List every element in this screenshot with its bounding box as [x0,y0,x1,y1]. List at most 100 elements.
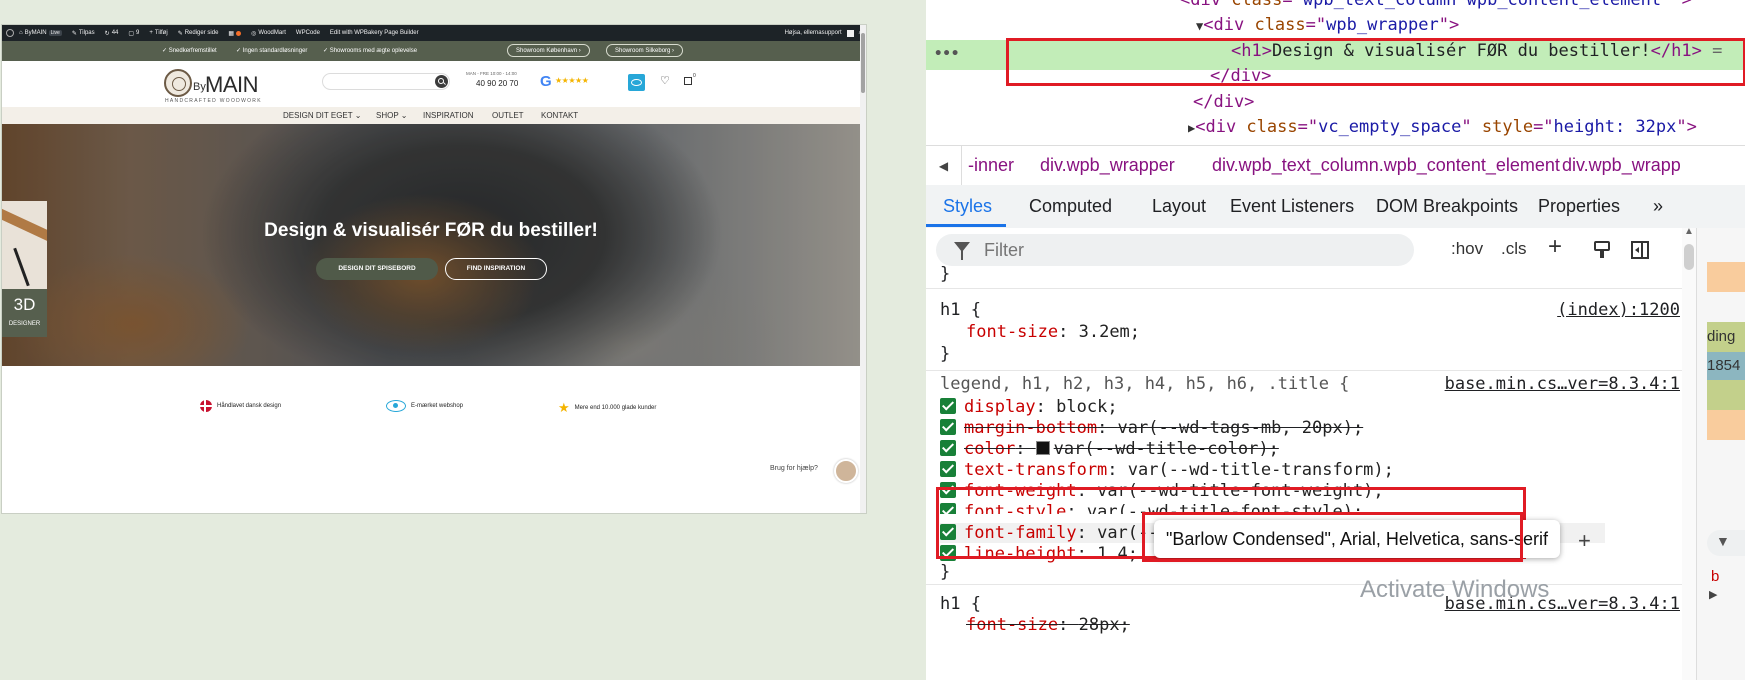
home-icon: ⌂ [19,30,23,36]
cart-button[interactable]: 0 [684,73,696,85]
design-spisebord-button[interactable]: DESIGN DIT SPISEBORD [316,258,438,280]
tab-event-listeners[interactable]: Event Listeners [1230,196,1354,217]
box-model-padding-bottom [1707,380,1745,410]
css-declaration[interactable]: text-transform: var(--wd-title-transform… [940,460,1394,480]
checkbox-icon[interactable] [940,419,956,435]
site-scrollbar[interactable] [860,25,866,513]
css-declaration[interactable]: font-size: 3.2em; [966,322,1140,342]
scroll-up-icon[interactable]: ▲ [1684,226,1694,237]
opening-hours: MAN - FRE 10:00 - 14:00 [466,71,517,76]
dom-node[interactable]: <div class="wpb_text_column wpb_content_… [1180,0,1692,10]
usp-item: ✓ Ingen standardløsninger [236,48,308,54]
google-rating[interactable]: G ★★★★★ [540,73,616,90]
admin-updates[interactable]: ↻ 44 [105,30,119,37]
showroom-silkeborg-button[interactable]: Showroom Silkeborg › [606,44,684,57]
dom-node[interactable]: ▼<div class="wpb_wrapper"> [1196,15,1459,35]
checkbox-icon[interactable] [940,440,956,456]
dom-node[interactable]: ▶<div class="vc_empty_space" style="heig… [1188,117,1697,137]
checkbox-icon[interactable] [940,398,956,414]
active-tab-indicator [926,224,1006,227]
nav-outlet[interactable]: OUTLET [492,111,524,120]
rule-selector[interactable]: legend, h1, h2, h3, h4, h5, h6, .title { [940,374,1349,394]
help-label[interactable]: Brug for hjælp? [770,465,818,472]
toggle-sidebar-icon[interactable] [1630,240,1650,260]
css-declaration[interactable]: display: block; [940,397,1118,417]
rule-close-brace: } [940,562,951,582]
cls-button[interactable]: .cls [1501,239,1527,259]
website-viewport: ⌂ ByMAIN Live ✎ Tilpas ↻ 44 ▢ 9 + Tilføj ✎ Red… [1,24,867,514]
google-icon: G [540,73,552,90]
chevron-left-icon[interactable]: ◀ [926,146,962,186]
hero-banner: Design & visualisér FØR du bestiller! DE… [2,124,860,366]
usp-top-strip: ✓ Snedkerfremstillet ✓ Ingen standardløs… [2,41,866,61]
admin-site-name[interactable]: ⌂ ByMAIN Live [19,30,62,36]
tabs-overflow-icon[interactable]: » [1653,196,1663,217]
search-icon[interactable] [435,75,448,88]
3d-designer-widget[interactable]: 3D DESIGNER [2,201,47,337]
admin-greeting[interactable]: Højsa, ellernasupport [785,30,842,36]
filter-icon[interactable]: ▼ [1707,530,1745,556]
checkbox-icon[interactable] [940,461,956,477]
avatar[interactable] [846,29,854,37]
comment-icon: ▢ [128,30,135,37]
usp-item: E-mærket webshop [386,400,463,412]
filter-input[interactable] [984,239,1384,261]
wordpress-icon[interactable] [6,29,14,37]
admin-wpbakery[interactable]: Edit with WPBakery Page Builder [330,30,419,36]
nav-design-dit-eget[interactable]: DESIGN DIT EGET ⌄ [283,111,361,120]
css-declaration[interactable]: color: var(--wd-title-color); [940,439,1279,459]
e-maerket-icon[interactable] [628,74,645,91]
new-rule-plus-icon[interactable]: + [1548,233,1562,261]
box-model-margin-bottom [1707,410,1745,440]
site-header: By MAIN HANDCRAFTED WOODWORK MAN - FRE 1… [2,61,866,107]
hov-button[interactable]: :hov [1451,239,1483,259]
breadcrumb-item[interactable]: -inner [968,155,1014,176]
admin-wpcode[interactable]: WPCode [296,30,320,36]
nav-inspiration[interactable]: INSPIRATION [423,111,474,120]
danish-flag-icon [200,400,212,412]
highlight-box [1006,38,1745,86]
tab-dom-breakpoints[interactable]: DOM Breakpoints [1376,196,1518,217]
breadcrumb-item[interactable]: div.wpb_wrapper [1040,155,1175,176]
tab-layout[interactable]: Layout [1152,196,1206,217]
admin-customize[interactable]: ✎ Tilpas [72,30,95,37]
admin-plugin[interactable]: ▦ [228,30,242,37]
support-avatar[interactable] [834,459,858,483]
paint-brush-icon[interactable] [1592,240,1612,260]
showroom-kbh-button[interactable]: Showroom København › [507,44,590,57]
tab-styles[interactable]: Styles [943,196,992,217]
phone-number[interactable]: 40 90 20 70 [476,79,518,88]
css-declaration[interactable]: margin-bottom: var(--wd-tags-mb, 20px); [940,418,1363,438]
nav-kontakt[interactable]: KONTAKT [541,111,578,120]
breadcrumb-item[interactable]: div.wpb_wrapp [1562,155,1681,176]
find-inspiration-button[interactable]: FIND INSPIRATION [445,258,547,280]
scroll-thumb[interactable] [861,33,865,93]
rating-stars: ★★★★★ [555,76,589,85]
css-declaration[interactable]: font-size: 28px; [966,615,1130,635]
add-property-plus-icon[interactable]: + [1578,528,1591,554]
color-swatch[interactable] [1035,441,1050,455]
rule-close-brace: } [940,344,951,364]
rule-source-link[interactable]: (index):1200 [1557,300,1680,320]
wp-admin-bar: ⌂ ByMAIN Live ✎ Tilpas ↻ 44 ▢ 9 + Tilføj ✎ Red… [2,25,866,41]
styles-scrollbar[interactable]: ▲ [1682,226,1696,680]
admin-edit-page[interactable]: ✎ Rediger side [178,30,219,37]
breadcrumb-item[interactable]: div.wpb_text_column.wpb_content_element [1212,155,1560,176]
bymain-logo[interactable]: By MAIN HANDCRAFTED WOODWORK [162,67,282,105]
rule-source-link[interactable]: base.min.cs…ver=8.3.4:1 [1445,374,1680,394]
more-icon[interactable]: ••• [934,46,959,62]
wishlist-heart-icon[interactable]: ♡ [660,74,670,87]
rule-selector[interactable]: h1 { [940,594,981,614]
rule-selector[interactable]: h1 { [940,300,981,320]
chair-thumbnail [2,201,47,289]
tab-computed[interactable]: Computed [1029,196,1112,217]
admin-comments[interactable]: ▢ 9 [128,30,139,37]
tab-properties[interactable]: Properties [1538,196,1620,217]
search-input[interactable] [331,76,421,87]
admin-new[interactable]: + Tilføj [149,30,167,36]
admin-woodmart[interactable]: ◎ WoodMart [251,30,286,37]
nav-shop[interactable]: SHOP ⌄ [376,111,407,120]
expand-arrow-icon[interactable]: ▶ [1709,588,1717,601]
box-model-margin [1707,262,1745,292]
scroll-thumb[interactable] [1684,244,1694,270]
